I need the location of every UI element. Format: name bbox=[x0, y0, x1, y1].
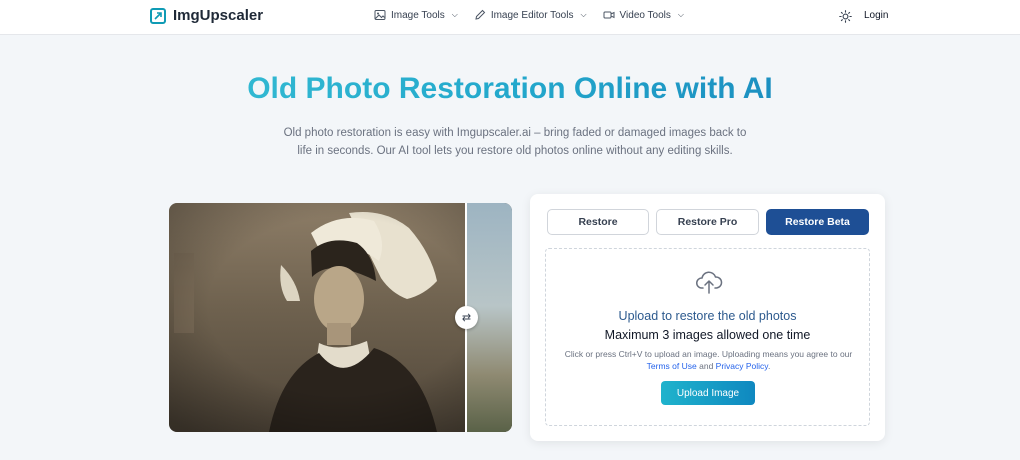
terms-of-use-link[interactable]: Terms of Use bbox=[647, 361, 697, 371]
tab-restore-pro[interactable]: Restore Pro bbox=[656, 209, 759, 235]
logo-icon bbox=[150, 7, 166, 24]
before-after-comparison[interactable]: ⇄ bbox=[169, 203, 512, 432]
image-icon bbox=[374, 10, 386, 20]
upload-terms-note: Click or press Ctrl+V to upload an image… bbox=[562, 348, 855, 372]
pencil-icon bbox=[475, 9, 486, 20]
upload-image-button[interactable]: Upload Image bbox=[661, 381, 755, 405]
note-and: and bbox=[696, 361, 716, 371]
page-subtitle: Old photo restoration is easy with Imgup… bbox=[283, 127, 747, 157]
note-prefix: Click or press Ctrl+V to upload an image… bbox=[564, 349, 853, 359]
chevron-down-icon: ⌵ bbox=[451, 10, 458, 19]
page-title: Old Photo Restoration Online with AI bbox=[0, 72, 1020, 106]
upload-title: Upload to restore the old photos bbox=[618, 309, 797, 323]
privacy-policy-link[interactable]: Privacy Policy bbox=[716, 361, 768, 371]
tab-restore-beta[interactable]: Restore Beta bbox=[766, 209, 869, 235]
login-link[interactable]: Login bbox=[864, 10, 888, 21]
chevron-down-icon: ⌵ bbox=[580, 10, 587, 19]
top-navbar: ImgUpscaler Image Tools ⌵ Image Editor T… bbox=[0, 0, 1020, 35]
tab-restore[interactable]: Restore bbox=[547, 209, 649, 235]
upload-card: Restore Restore Pro Restore Beta Upload … bbox=[530, 194, 885, 441]
main-nav: Image Tools ⌵ Image Editor Tools ⌵ Video… bbox=[374, 9, 684, 21]
swap-arrows-icon[interactable]: ⇄ bbox=[455, 306, 478, 329]
cloud-upload-icon bbox=[696, 271, 723, 294]
nav-video-tools[interactable]: Video Tools ⌵ bbox=[603, 9, 684, 21]
nav-label: Image Editor Tools bbox=[490, 9, 574, 21]
logo[interactable]: ImgUpscaler bbox=[150, 7, 263, 24]
logo-text: ImgUpscaler bbox=[173, 7, 264, 24]
upload-limit-text: Maximum 3 images allowed one time bbox=[604, 328, 811, 342]
nav-label: Video Tools bbox=[619, 9, 671, 21]
nav-image-editor-tools[interactable]: Image Editor Tools ⌵ bbox=[474, 9, 587, 21]
sun-icon[interactable] bbox=[839, 10, 852, 23]
nav-image-tools[interactable]: Image Tools ⌵ bbox=[374, 9, 458, 21]
upload-dropzone[interactable]: Upload to restore the old photos Maximum… bbox=[545, 248, 870, 426]
chevron-down-icon: ⌵ bbox=[677, 10, 684, 19]
video-icon bbox=[603, 11, 615, 19]
note-suffix: . bbox=[767, 361, 771, 371]
nav-label: Image Tools bbox=[391, 9, 445, 21]
